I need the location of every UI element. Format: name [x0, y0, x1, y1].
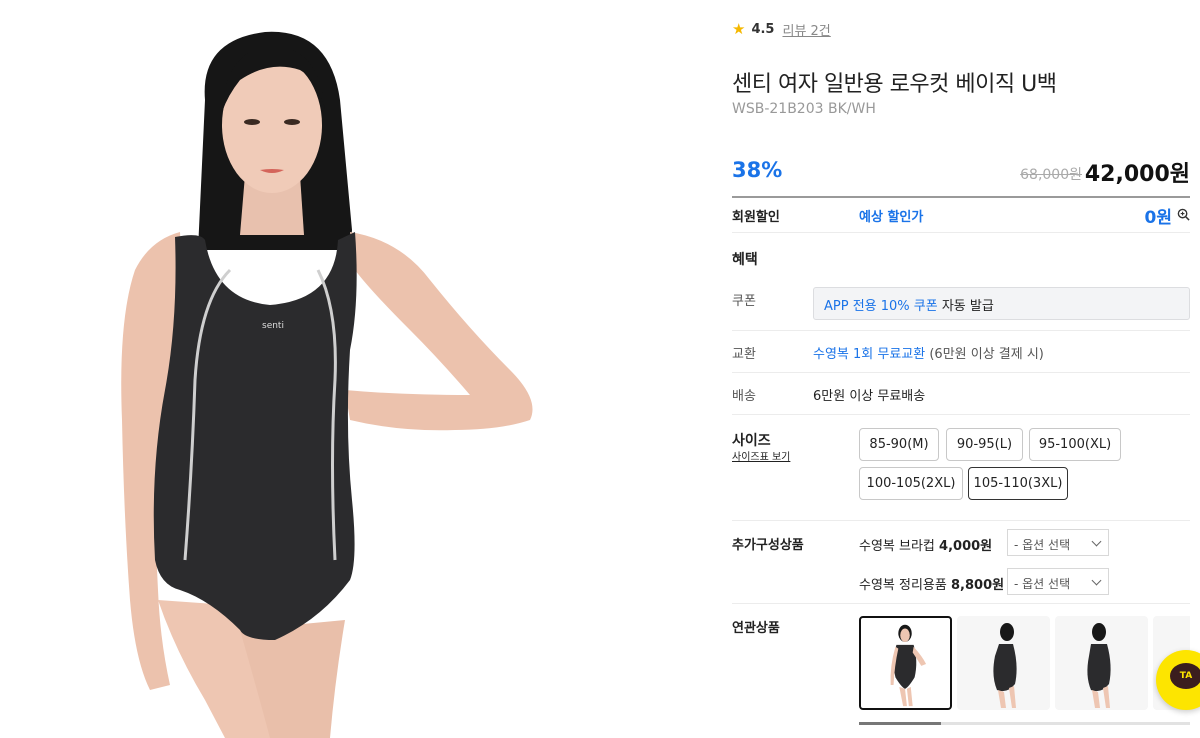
sale-price: 42,000원: [1084, 162, 1190, 187]
review-count-link[interactable]: 리뷰 2건: [782, 20, 830, 39]
discount-rate: 38%: [732, 158, 783, 182]
exchange-text: 수영복 1회 무료교환 (6만원 이상 결제 시): [813, 343, 1044, 362]
addon-name: 수영복 정리용품 8,800원: [859, 574, 1004, 593]
size-option-xl[interactable]: 95-100(XL): [1029, 428, 1121, 461]
shipping-row: 배송 6만원 이상 무료배송: [732, 373, 1190, 415]
price-row: 38% 68,000원 42,000원: [732, 154, 1190, 188]
related-products-label: 연관상품: [732, 621, 780, 636]
product-main-image: senti: [0, 0, 700, 738]
coupon-row: 쿠폰 APP 전용 10% 쿠폰 자동 발급: [732, 280, 1190, 331]
exchange-label: 교환: [732, 347, 756, 362]
member-discount-row: 회원할인 예상 할인가 0원: [732, 198, 1190, 233]
swimsuit-logo: senti: [262, 321, 284, 331]
coupon-box[interactable]: APP 전용 10% 쿠폰 자동 발급: [813, 287, 1190, 320]
carousel-scrollbar[interactable]: [859, 722, 1190, 725]
size-row: 사이즈 사이즈표 보기 85-90(M) 90-95(L) 95-100(XL)…: [732, 415, 1190, 521]
addon-item: 수영복 브라컵 4,000원 - 옵션 선택: [859, 529, 1109, 556]
talk-bubble-icon: TA: [1170, 663, 1200, 689]
related-product-thumb[interactable]: [957, 616, 1050, 710]
exchange-row: 교환 수영복 1회 무료교환 (6만원 이상 결제 시): [732, 331, 1190, 373]
related-products-carousel: [859, 616, 1190, 712]
coupon-rest: 자동 발급: [937, 299, 994, 314]
chevron-down-icon: [1091, 575, 1102, 586]
coupon-highlight: APP 전용 10% 쿠폰: [824, 299, 938, 314]
original-price: 68,000원: [1020, 167, 1082, 183]
addon-row: 추가구성상품 수영복 브라컵 4,000원 - 옵션 선택 수영복 정리용품 8…: [732, 521, 1190, 604]
addon-option-select[interactable]: - 옵션 선택: [1007, 568, 1109, 595]
addon-item: 수영복 정리용품 8,800원 - 옵션 선택: [859, 568, 1109, 595]
exchange-highlight: 수영복 1회 무료교환: [813, 347, 926, 362]
size-label: 사이즈: [732, 433, 771, 449]
addon-price: 4,000원: [939, 539, 993, 554]
size-option-l[interactable]: 90-95(L): [946, 428, 1023, 461]
rating-value: 4.5: [751, 22, 775, 37]
expected-discount-link[interactable]: 예상 할인가: [859, 206, 923, 225]
shipping-label: 배송: [732, 389, 756, 404]
addon-name-text: 수영복 정리용품: [859, 578, 947, 593]
addon-name: 수영복 브라컵 4,000원: [859, 535, 992, 554]
addon-select-placeholder: - 옵션 선택: [1014, 538, 1071, 552]
shipping-text: 6만원 이상 무료배송: [813, 389, 926, 404]
size-option-2xl[interactable]: 100-105(2XL): [859, 467, 963, 500]
addon-price: 8,800원: [951, 578, 1005, 593]
related-product-thumb[interactable]: [1055, 616, 1148, 710]
addon-select-placeholder: - 옵션 선택: [1014, 577, 1071, 591]
addon-name-text: 수영복 브라컵: [859, 539, 935, 554]
member-discount-label: 회원할인: [732, 210, 780, 225]
size-option-m[interactable]: 85-90(M): [859, 428, 939, 461]
member-discount-amount: 0원: [1144, 208, 1172, 228]
addon-option-select[interactable]: - 옵션 선택: [1007, 529, 1109, 556]
addon-label: 추가구성상품: [732, 538, 804, 553]
coupon-label: 쿠폰: [732, 294, 756, 309]
related-product-thumb[interactable]: [859, 616, 952, 710]
size-chart-link[interactable]: 사이즈표 보기: [732, 448, 790, 463]
rating-row: ★ 4.5 리뷰 2건: [732, 20, 831, 40]
zoom-in-icon[interactable]: [1177, 208, 1190, 221]
exchange-rest: (6만원 이상 결제 시): [925, 347, 1044, 362]
benefits-title: 혜택: [732, 252, 758, 268]
size-option-3xl[interactable]: 105-110(3XL): [968, 467, 1068, 500]
model-code: WSB-21B203 BK/WH: [732, 101, 876, 117]
carousel-scrollbar-thumb[interactable]: [859, 722, 941, 725]
star-icon: ★: [732, 20, 746, 38]
chevron-down-icon: [1091, 536, 1102, 547]
product-title: 센티 여자 일반용 로우컷 베이직 U백: [732, 72, 1057, 97]
